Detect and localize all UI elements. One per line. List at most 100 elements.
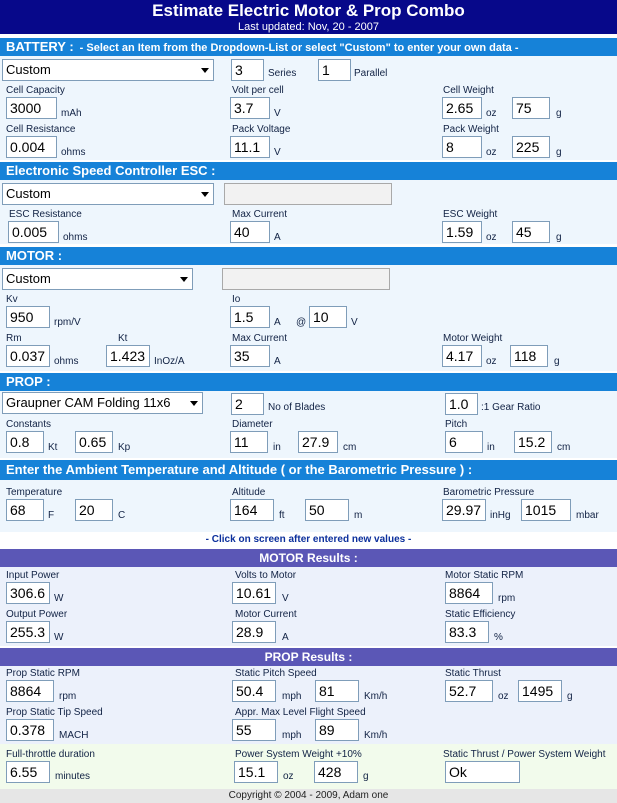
parallel-input[interactable]: 1 (318, 59, 351, 81)
battery-select[interactable]: Custom (2, 59, 214, 81)
system-weight-g-value: 428 (314, 761, 358, 783)
prop-section-title: PROP : (6, 374, 51, 389)
motor-section-title: MOTOR : (6, 248, 63, 263)
cell-weight-oz-input[interactable]: 2.65 (442, 97, 482, 119)
prop-static-rpm-label: Prop Static RPM (6, 668, 80, 679)
chevron-down-icon (201, 68, 209, 73)
kt-input[interactable]: 1.423 (106, 345, 150, 367)
rm-unit: ohms (54, 356, 79, 367)
thrust-ratio-label: Static Thrust / Power System Weight (443, 749, 606, 760)
flight-speed-kmh-value: 89 (315, 719, 359, 741)
baro-inhg-input[interactable]: 29.97 (442, 499, 486, 521)
cell-resistance-input[interactable]: 0.004 (6, 136, 57, 158)
mph-unit: mph (282, 730, 302, 741)
motor-weight-g-input[interactable]: 118 (510, 345, 548, 367)
oz-unit: oz (486, 147, 497, 158)
motor-select[interactable]: Custom (2, 268, 193, 290)
motor-results-title: MOTOR Results : (259, 551, 358, 565)
static-thrust-oz-value: 52.7 (445, 680, 493, 702)
pack-weight-label: Pack Weight (443, 124, 499, 135)
battery-section-note: - Select an Item from the Dropdown-List … (79, 42, 519, 54)
altitude-ft-input[interactable]: 164 (230, 499, 274, 521)
esc-weight-g-input[interactable]: 45 (512, 221, 550, 243)
baro-mbar-input[interactable]: 1015 (521, 499, 571, 521)
volt-per-cell-input[interactable]: 3.7 (230, 97, 270, 119)
pack-weight-g-input[interactable]: 225 (512, 136, 550, 158)
static-pitch-speed-kmh-value: 81 (315, 680, 359, 702)
output-power-unit: W (54, 632, 64, 643)
static-efficiency-unit: % (494, 632, 503, 643)
static-thrust-g-value: 1495 (518, 680, 562, 702)
gear-ratio-input[interactable]: 1.0 (445, 393, 478, 415)
altitude-m-unit: m (354, 510, 363, 521)
kv-input[interactable]: 950 (6, 306, 50, 328)
motor-max-current-input[interactable]: 35 (230, 345, 270, 367)
volt-per-cell-unit: V (274, 108, 281, 119)
temperature-c-input[interactable]: 20 (75, 499, 113, 521)
temperature-f-input[interactable]: 68 (6, 499, 44, 521)
pack-voltage-unit: V (274, 147, 281, 158)
prop-kt-unit: Kt (48, 442, 58, 453)
altitude-ft-unit: ft (279, 510, 285, 521)
diameter-in-input[interactable]: 11 (230, 431, 268, 453)
output-power-value: 255.3 (6, 621, 50, 643)
cell-capacity-input[interactable]: 3000 (6, 97, 57, 119)
diameter-cm-input[interactable]: 27.9 (298, 431, 338, 453)
motor-select-value: Custom (6, 271, 51, 286)
g-unit: g (556, 232, 562, 243)
mph-unit: mph (282, 691, 302, 702)
volts-to-motor-label: Volts to Motor (235, 570, 297, 581)
temperature-f-unit: F (48, 510, 55, 521)
rm-label: Rm (6, 333, 22, 344)
rm-input[interactable]: 0.037 (6, 345, 50, 367)
cm-unit: cm (557, 442, 571, 453)
io-label: Io (232, 294, 241, 305)
esc-weight-label: ESC Weight (443, 209, 498, 220)
output-power-label: Output Power (6, 609, 68, 620)
esc-weight-oz-input[interactable]: 1.59 (442, 221, 482, 243)
tip-speed-label: Prop Static Tip Speed (6, 707, 103, 718)
tip-speed-unit: MACH (59, 730, 89, 741)
motor-weight-oz-input[interactable]: 4.17 (442, 345, 482, 367)
flight-speed-label: Appr. Max Level Flight Speed (235, 707, 366, 718)
system-weight-oz-value: 15.1 (234, 761, 278, 783)
io-input[interactable]: 1.5 (230, 306, 270, 328)
motor-section-header: MOTOR : (0, 247, 617, 265)
esc-resistance-input[interactable]: 0.005 (8, 221, 59, 243)
esc-resistance-unit: ohms (63, 232, 88, 243)
temperature-label: Temperature (6, 487, 63, 498)
pitch-cm-input[interactable]: 15.2 (514, 431, 552, 453)
esc-max-current-unit: A (274, 232, 281, 243)
prop-static-rpm-value: 8864 (6, 680, 54, 702)
input-power-label: Input Power (6, 570, 60, 581)
blades-label: No of Blades (268, 402, 326, 413)
volts-to-motor-unit: V (282, 593, 289, 604)
prop-kt-input[interactable]: 0.8 (6, 431, 44, 453)
pack-voltage-input[interactable]: 11.1 (230, 136, 270, 158)
pack-weight-oz-input[interactable]: 8 (442, 136, 482, 158)
motor-custom-name-input[interactable] (222, 268, 390, 290)
esc-custom-name-input[interactable] (224, 183, 392, 205)
kv-label: Kv (6, 294, 18, 305)
kt-label: Kt (118, 333, 128, 344)
series-input[interactable]: 3 (231, 59, 264, 81)
cell-weight-g-input[interactable]: 75 (512, 97, 550, 119)
kt-unit: InOz/A (154, 356, 185, 367)
pitch-in-input[interactable]: 6 (445, 431, 483, 453)
blades-input[interactable]: 2 (231, 393, 264, 415)
prop-kp-input[interactable]: 0.65 (75, 431, 113, 453)
esc-select[interactable]: Custom (2, 183, 214, 205)
prop-select[interactable]: Graupner CAM Folding 11x6 (2, 392, 203, 414)
prop-kp-unit: Kp (118, 442, 131, 453)
motor-max-current-unit: A (274, 356, 281, 367)
prop-section-header: PROP : (0, 373, 617, 391)
esc-select-value: Custom (6, 186, 51, 201)
title-bar: Estimate Electric Motor & Prop Combo Las… (0, 0, 617, 34)
esc-max-current-input[interactable]: 40 (230, 221, 270, 243)
prop-static-rpm-unit: rpm (59, 691, 77, 702)
battery-section-title: BATTERY : (6, 39, 74, 54)
volts-to-motor-value: 10.61 (232, 582, 276, 604)
chevron-down-icon (201, 192, 209, 197)
io-volt-input[interactable]: 10 (309, 306, 347, 328)
altitude-m-input[interactable]: 50 (305, 499, 349, 521)
